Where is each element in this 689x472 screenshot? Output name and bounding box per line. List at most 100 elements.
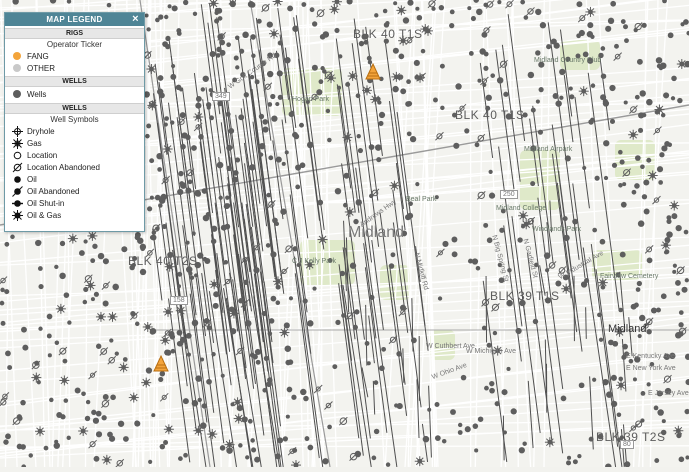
well-marker [476, 9, 482, 15]
well-marker [369, 144, 375, 150]
well-marker [661, 145, 667, 151]
well-marker [90, 258, 95, 263]
well-marker [248, 419, 253, 424]
well-marker [379, 112, 385, 118]
well-marker [224, 260, 228, 264]
well-marker [171, 349, 176, 354]
well-marker [216, 8, 222, 14]
well-marker [207, 106, 211, 110]
route-shield: 80 [620, 440, 634, 449]
well-marker [250, 34, 256, 40]
well-marker [458, 423, 462, 427]
well-marker [259, 143, 265, 149]
well-marker [668, 143, 672, 147]
well-marker [5, 433, 11, 439]
oil-gas-marker [329, 4, 339, 14]
well-marker [244, 92, 249, 97]
well-marker [156, 153, 162, 159]
well-marker [183, 453, 188, 458]
well-marker [230, 402, 234, 406]
oil-gas-marker [146, 64, 156, 74]
well-marker [312, 287, 316, 291]
well-marker [201, 87, 205, 91]
legend-item-label: Location [27, 151, 57, 160]
well-marker [393, 1, 397, 5]
well-marker [544, 252, 551, 259]
well-marker [341, 313, 346, 318]
well-marker [396, 351, 402, 357]
well-marker [647, 257, 653, 263]
gas-icon [11, 137, 23, 149]
well-marker [280, 208, 286, 214]
well-marker [452, 251, 458, 257]
well-marker [572, 219, 578, 225]
well-marker [60, 241, 65, 246]
well-marker [75, 387, 81, 393]
well-marker [423, 436, 430, 443]
poi-label: Hogan Park [292, 96, 329, 103]
close-icon[interactable]: × [130, 13, 141, 26]
fang-rig-icon [11, 50, 23, 62]
well-marker [433, 98, 438, 103]
well-marker [172, 5, 178, 11]
well-marker [624, 38, 629, 43]
well-marker [211, 352, 215, 356]
oil-gas-marker [143, 322, 153, 332]
well-marker [400, 305, 406, 311]
well-marker [196, 191, 202, 197]
well-marker [219, 196, 223, 200]
legend-item-label: FANG [27, 52, 49, 61]
oil-gas-marker [163, 307, 173, 317]
well-marker [620, 160, 625, 165]
well-marker [49, 398, 54, 403]
oil-and-gas-icon [11, 209, 23, 221]
well-marker [54, 265, 58, 269]
well-marker [646, 329, 651, 334]
well-marker [358, 148, 363, 153]
well-marker [179, 87, 183, 91]
well-marker [123, 436, 129, 442]
well-marker [335, 188, 341, 194]
well-marker [582, 166, 586, 170]
well-marker [64, 398, 69, 403]
well-marker [657, 166, 663, 172]
well-marker [531, 108, 536, 113]
well-marker [497, 77, 504, 84]
well-marker [435, 402, 440, 407]
well-marker [242, 32, 249, 39]
well-marker [337, 86, 341, 90]
oil-gas-marker [160, 335, 170, 345]
well-marker [654, 458, 659, 463]
well-marker [522, 441, 526, 445]
well-marker [188, 271, 192, 275]
well-marker [160, 371, 165, 376]
well-marker [211, 226, 217, 232]
well-marker [200, 357, 204, 361]
well-marker [386, 462, 390, 466]
oil-gas-marker [269, 29, 279, 39]
well-marker [278, 95, 283, 100]
well-marker [605, 26, 611, 32]
legend-item-oil-abandoned: Oil Abandoned [5, 185, 144, 197]
well-marker [319, 79, 324, 84]
legend-item-label: Dryhole [27, 127, 55, 136]
well-marker [478, 416, 483, 421]
well-marker [178, 341, 184, 347]
well-marker [118, 421, 124, 427]
well-marker [591, 83, 595, 87]
oil-gas-marker [518, 211, 528, 221]
location-icon [11, 149, 23, 161]
well-marker [326, 109, 330, 113]
well-marker [17, 444, 23, 450]
well-marker [398, 74, 403, 79]
well-marker [278, 41, 283, 46]
well-marker [163, 440, 168, 445]
well-marker [588, 119, 593, 124]
well-marker [170, 334, 175, 339]
well-marker [476, 266, 481, 271]
well-marker [284, 57, 290, 63]
well-marker [103, 394, 109, 400]
well-marker [640, 418, 644, 422]
well-marker [209, 115, 214, 120]
legend-item-label: Wells [27, 90, 46, 99]
